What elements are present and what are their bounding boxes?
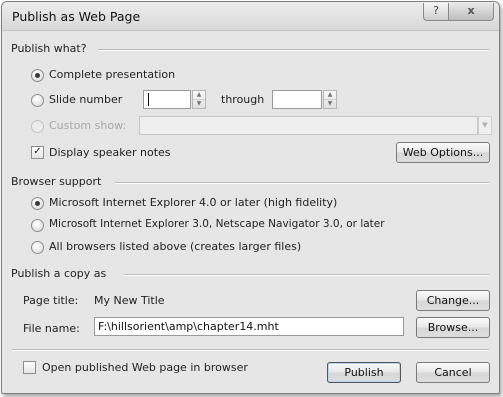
display-speaker-notes-label[interactable]: Display speaker notes bbox=[49, 146, 171, 159]
slide-to-spinner[interactable]: ▲ ▼ bbox=[323, 90, 337, 109]
change-title-button[interactable]: Change... bbox=[416, 290, 490, 311]
browse-button[interactable]: Browse... bbox=[416, 317, 490, 338]
group-divider bbox=[115, 182, 489, 184]
file-name-label: File name: bbox=[23, 322, 80, 335]
text-caret bbox=[148, 93, 149, 106]
file-name-input[interactable]: F:\hillsorient\amp\chapter14.mht bbox=[94, 317, 404, 336]
spin-down-icon[interactable]: ▼ bbox=[324, 100, 336, 108]
help-button[interactable]: ? bbox=[423, 3, 449, 21]
complete-presentation-radio[interactable] bbox=[31, 69, 44, 82]
custom-show-label: Custom show: bbox=[49, 119, 127, 132]
publish-as-web-page-dialog: Publish as Web Page ? x Publish what? Co… bbox=[1, 1, 500, 394]
help-icon: ? bbox=[433, 4, 439, 17]
spin-down-icon[interactable]: ▼ bbox=[193, 100, 205, 108]
publish-button[interactable]: Publish bbox=[327, 362, 401, 383]
group-divider bbox=[124, 274, 489, 276]
dialog-body: Publish what? Complete presentation Slid… bbox=[2, 31, 499, 393]
web-options-button[interactable]: Web Options... bbox=[396, 142, 490, 163]
close-button[interactable]: x bbox=[448, 3, 494, 21]
page-title-label: Page title: bbox=[23, 294, 79, 307]
slide-number-radio[interactable] bbox=[31, 94, 44, 107]
chevron-down-icon: ▼ bbox=[482, 121, 488, 129]
slide-to-input[interactable] bbox=[272, 90, 322, 109]
open-in-browser-checkbox[interactable] bbox=[23, 361, 36, 374]
ie4-radio[interactable] bbox=[31, 197, 44, 210]
spin-up-icon[interactable]: ▲ bbox=[324, 91, 336, 100]
ie4-label[interactable]: Microsoft Internet Explorer 4.0 or later… bbox=[49, 196, 337, 209]
checkmark-icon: ✓ bbox=[33, 146, 42, 157]
ie3-radio[interactable] bbox=[31, 219, 44, 232]
publish-copy-heading: Publish a copy as bbox=[11, 267, 107, 280]
dialog-title: Publish as Web Page bbox=[12, 9, 141, 24]
browser-support-heading: Browser support bbox=[11, 175, 102, 188]
custom-show-select[interactable] bbox=[139, 116, 478, 135]
all-browsers-radio[interactable] bbox=[31, 241, 44, 254]
custom-show-dropdown-button[interactable]: ▼ bbox=[478, 116, 492, 135]
slide-from-input[interactable] bbox=[143, 90, 191, 109]
spin-up-icon[interactable]: ▲ bbox=[193, 91, 205, 100]
slide-number-label[interactable]: Slide number bbox=[49, 93, 122, 106]
ie3-label[interactable]: Microsoft Internet Explorer 3.0, Netscap… bbox=[49, 218, 385, 230]
group-divider bbox=[98, 49, 489, 51]
display-speaker-notes-checkbox[interactable]: ✓ bbox=[31, 146, 44, 159]
all-browsers-label[interactable]: All browsers listed above (creates large… bbox=[49, 240, 301, 253]
cancel-button[interactable]: Cancel bbox=[416, 362, 490, 383]
through-label: through bbox=[221, 93, 265, 106]
close-icon: x bbox=[467, 4, 475, 17]
title-bar[interactable]: Publish as Web Page ? x bbox=[2, 2, 499, 31]
publish-what-heading: Publish what? bbox=[11, 42, 87, 55]
slide-from-spinner[interactable]: ▲ ▼ bbox=[192, 90, 206, 109]
custom-show-radio[interactable] bbox=[31, 120, 44, 133]
footer-divider bbox=[12, 349, 489, 351]
complete-presentation-label[interactable]: Complete presentation bbox=[49, 68, 175, 81]
open-in-browser-label[interactable]: Open published Web page in browser bbox=[42, 361, 248, 374]
page-title-value: My New Title bbox=[94, 294, 165, 307]
